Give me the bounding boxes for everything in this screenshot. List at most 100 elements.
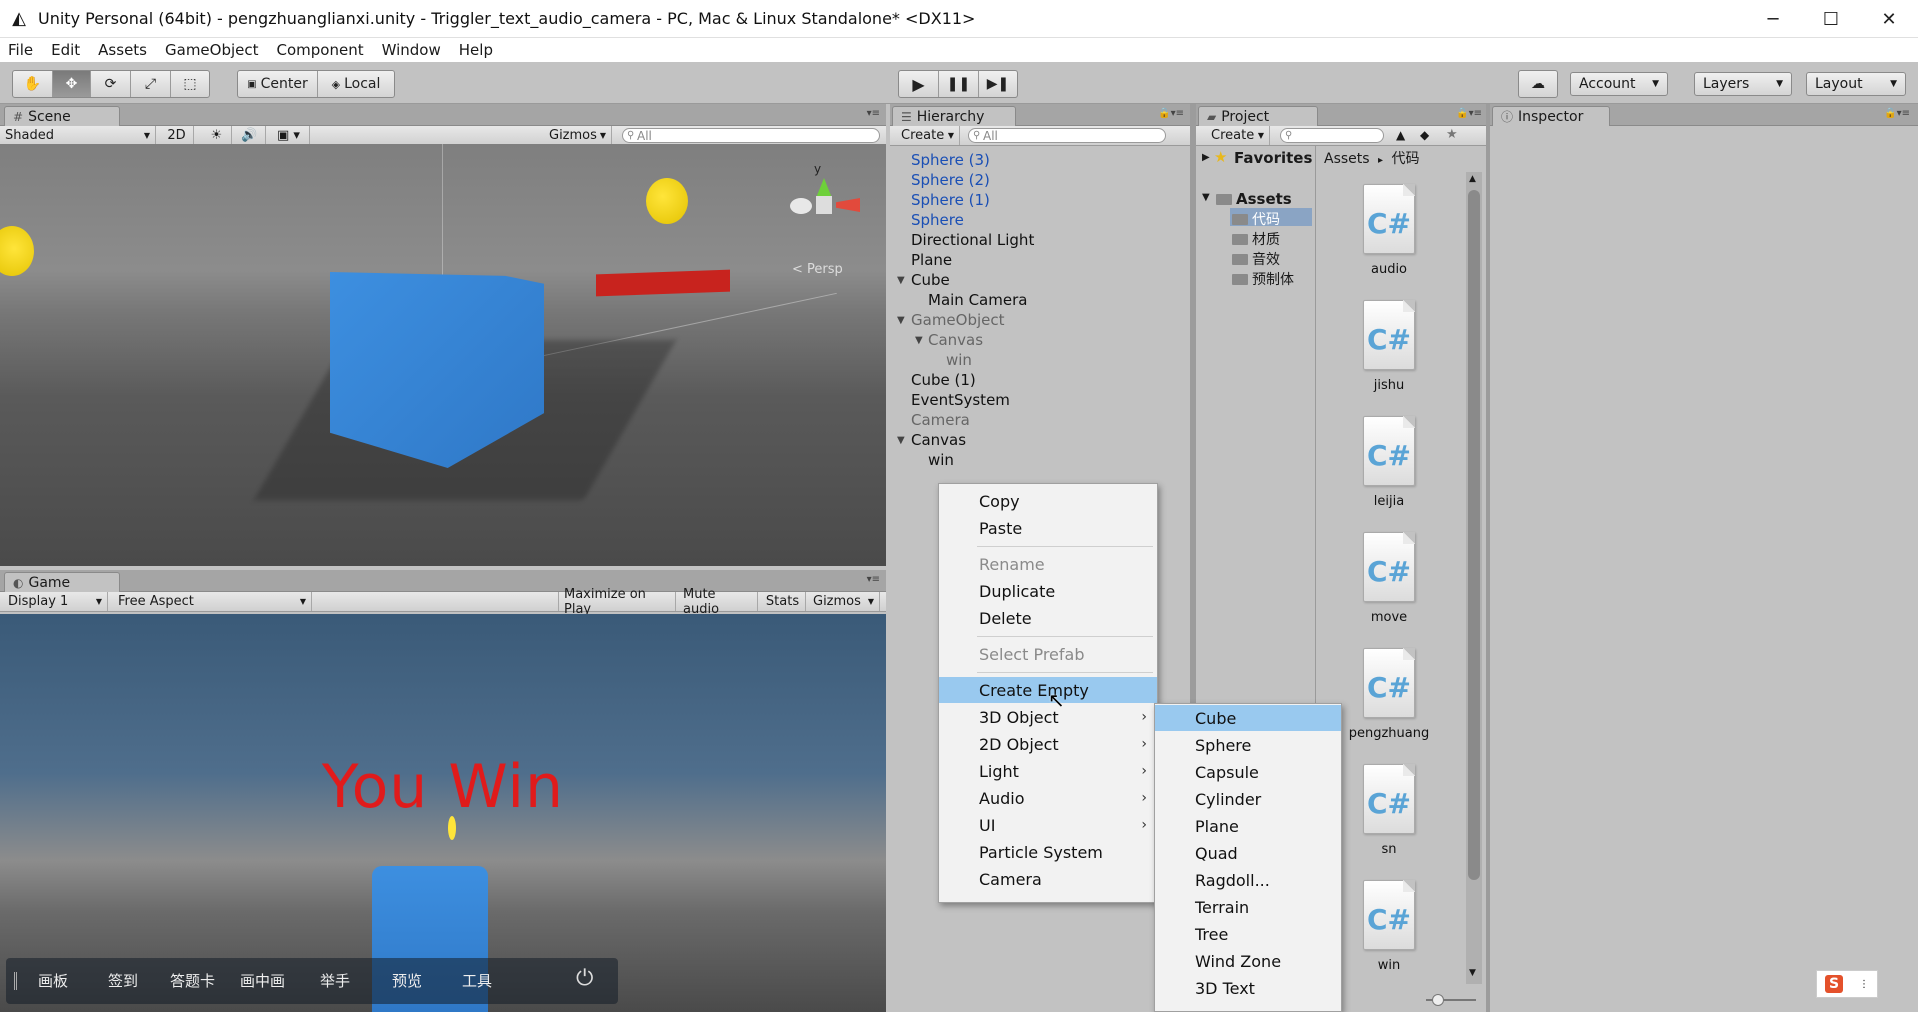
hierarchy-item[interactable]: Cube bbox=[911, 271, 950, 289]
menu-item-copy[interactable]: Copy bbox=[939, 488, 1157, 514]
scroll-up-icon[interactable]: ▲ bbox=[1469, 174, 1476, 184]
lighting-toggle-icon[interactable]: ☀ bbox=[202, 126, 232, 145]
tab-hierarchy[interactable]: ☰ Hierarchy bbox=[892, 106, 1016, 126]
overlay-item-pip[interactable]: 画中画 bbox=[240, 970, 285, 991]
star-icon[interactable]: ★ bbox=[1446, 127, 1458, 142]
layers-dropdown[interactable]: Layers ▼ bbox=[1694, 72, 1792, 96]
menu-item-ui[interactable]: UI › bbox=[939, 812, 1157, 838]
panel-menu-icon[interactable]: ▾≡ bbox=[867, 574, 880, 585]
submenu-item-sphere[interactable]: Sphere bbox=[1155, 732, 1341, 758]
maximize-on-play-toggle[interactable]: Maximize on Play bbox=[558, 587, 676, 617]
menu-edit[interactable]: Edit bbox=[51, 41, 80, 59]
rect-tool-icon[interactable]: ⬚ bbox=[171, 71, 209, 97]
hierarchy-item[interactable]: GameObject bbox=[911, 311, 1005, 329]
submenu-item-cylinder[interactable]: Cylinder bbox=[1155, 786, 1341, 812]
audio-toggle-icon[interactable]: 🔊 bbox=[234, 126, 266, 145]
overlay-item-canvas[interactable]: 画板 bbox=[38, 970, 68, 991]
menu-item-select-prefab[interactable]: Select Prefab bbox=[939, 641, 1157, 667]
script-file[interactable]: C# win bbox=[1334, 880, 1444, 973]
hierarchy-item[interactable]: EventSystem bbox=[911, 391, 1010, 409]
submenu-item-quad[interactable]: Quad bbox=[1155, 840, 1341, 866]
hierarchy-item[interactable]: Directional Light bbox=[911, 231, 1034, 249]
submenu-item-3d-text[interactable]: 3D Text bbox=[1155, 975, 1341, 1001]
submenu-item-terrain[interactable]: Terrain bbox=[1155, 894, 1341, 920]
menu-help[interactable]: Help bbox=[459, 41, 493, 59]
favorites-label[interactable]: Favorites bbox=[1234, 149, 1312, 167]
breadcrumb-current[interactable]: 代码 bbox=[1392, 151, 1420, 167]
menu-item-audio[interactable]: Audio › bbox=[939, 785, 1157, 811]
tab-game[interactable]: ◐ Game bbox=[4, 572, 120, 592]
minimize-button[interactable]: ─ bbox=[1744, 0, 1802, 38]
tab-inspector[interactable]: ⓘ Inspector bbox=[1492, 106, 1610, 126]
lock-icon[interactable]: 🔒▾≡ bbox=[1158, 108, 1184, 119]
expand-arrow-icon[interactable]: ▼ bbox=[897, 435, 905, 446]
menu-item-particle-system[interactable]: Particle System bbox=[939, 839, 1157, 865]
hierarchy-item[interactable]: Sphere (2) bbox=[911, 171, 990, 189]
expand-arrow-icon[interactable]: ▼ bbox=[897, 315, 905, 326]
cloud-icon[interactable]: ☁ bbox=[1519, 71, 1557, 97]
expand-arrow-icon[interactable]: ▼ bbox=[1202, 192, 1210, 203]
folder-item[interactable]: 预制体 bbox=[1232, 269, 1294, 289]
expand-arrow-icon[interactable]: ▶ bbox=[1202, 152, 1210, 163]
scene-search-input[interactable]: ⚲ All bbox=[622, 128, 880, 143]
submenu-item-ragdoll[interactable]: Ragdoll... bbox=[1155, 867, 1341, 893]
hierarchy-item[interactable]: Plane bbox=[911, 251, 952, 269]
tab-project[interactable]: ▰ Project bbox=[1198, 106, 1318, 126]
maximize-button[interactable]: ☐ bbox=[1802, 0, 1860, 38]
rotate-tool-icon[interactable]: ⟳ bbox=[91, 71, 131, 97]
play-button[interactable]: ▶ bbox=[899, 71, 939, 97]
menu-window[interactable]: Window bbox=[382, 41, 441, 59]
toggle-2d-button[interactable]: 2D bbox=[160, 126, 194, 145]
panel-menu-icon[interactable]: ▾≡ bbox=[867, 108, 880, 119]
submenu-item-cube[interactable]: Cube bbox=[1155, 705, 1341, 731]
pivot-center-button[interactable]: ▣ Center bbox=[238, 71, 318, 97]
hierarchy-item[interactable]: Camera bbox=[911, 411, 970, 429]
expand-arrow-icon[interactable]: ▼ bbox=[915, 335, 923, 346]
scene-viewport[interactable]: y < Persp bbox=[0, 144, 886, 566]
hierarchy-item[interactable]: Sphere (1) bbox=[911, 191, 990, 209]
overlay-item-answer-card[interactable]: 答题卡 bbox=[170, 970, 215, 991]
ime-indicator[interactable]: S ⋮ bbox=[1816, 970, 1878, 998]
script-file[interactable]: C# pengzhuang bbox=[1334, 648, 1444, 741]
display-dropdown[interactable]: Display 1 ▼ bbox=[0, 592, 108, 611]
hierarchy-item[interactable]: win bbox=[928, 451, 954, 469]
stats-toggle[interactable]: Stats bbox=[760, 592, 806, 611]
game-viewport[interactable]: You Win 画板 签到 答题卡 画中画 举手 预览 工具 ⏻ bbox=[0, 614, 886, 1012]
pause-button[interactable]: ❚❚ bbox=[939, 71, 979, 97]
breadcrumb-assets[interactable]: Assets bbox=[1324, 151, 1370, 167]
menu-item-rename[interactable]: Rename bbox=[939, 551, 1157, 577]
effects-toggle-icon[interactable]: ▣ ▾ bbox=[268, 126, 310, 145]
script-file[interactable]: C# sn bbox=[1334, 764, 1444, 857]
menu-gameobject[interactable]: GameObject bbox=[165, 41, 259, 59]
overlay-item-preview[interactable]: 预览 bbox=[392, 970, 422, 991]
filter-type-icon[interactable]: ▲ bbox=[1396, 128, 1405, 142]
folder-item[interactable]: 材质 bbox=[1232, 229, 1280, 249]
hierarchy-item[interactable]: Main Camera bbox=[928, 291, 1027, 309]
orientation-gizmo[interactable]: y bbox=[786, 162, 866, 232]
menu-item-camera[interactable]: Camera bbox=[939, 866, 1157, 892]
overlay-item-tools[interactable]: 工具 bbox=[462, 970, 492, 991]
project-scrollbar[interactable]: ▲ ▼ bbox=[1466, 172, 1482, 984]
overlay-item-raise-hand[interactable]: 举手 bbox=[320, 970, 350, 991]
menu-item-duplicate[interactable]: Duplicate bbox=[939, 578, 1157, 604]
slider-thumb[interactable] bbox=[1432, 994, 1444, 1006]
project-create-dropdown[interactable]: Create ▼ bbox=[1206, 126, 1270, 145]
overlay-item-checkin[interactable]: 签到 bbox=[108, 970, 138, 991]
submenu-item-capsule[interactable]: Capsule bbox=[1155, 759, 1341, 785]
menu-item-delete[interactable]: Delete bbox=[939, 605, 1157, 631]
hierarchy-item[interactable]: win bbox=[946, 351, 972, 369]
filter-label-icon[interactable]: ◆ bbox=[1420, 128, 1429, 142]
hand-tool-icon[interactable]: ✋ bbox=[13, 71, 53, 97]
menu-item-light[interactable]: Light › bbox=[939, 758, 1157, 784]
hierarchy-create-dropdown[interactable]: Create ▼ bbox=[896, 126, 960, 145]
move-tool-icon[interactable]: ✥ bbox=[53, 71, 91, 97]
folder-item[interactable]: 代码 bbox=[1232, 209, 1280, 229]
game-gizmos-dropdown[interactable]: Gizmos ▼ bbox=[808, 592, 880, 611]
scene-gizmos-dropdown[interactable]: Gizmos ▼ bbox=[544, 126, 612, 145]
menu-component[interactable]: Component bbox=[277, 41, 364, 59]
assets-root[interactable]: Assets bbox=[1216, 190, 1292, 208]
close-button[interactable]: ✕ bbox=[1860, 0, 1918, 38]
shading-mode-dropdown[interactable]: Shaded ▼ bbox=[0, 126, 156, 145]
hierarchy-item[interactable]: Canvas bbox=[928, 331, 983, 349]
scroll-down-icon[interactable]: ▼ bbox=[1469, 968, 1476, 978]
